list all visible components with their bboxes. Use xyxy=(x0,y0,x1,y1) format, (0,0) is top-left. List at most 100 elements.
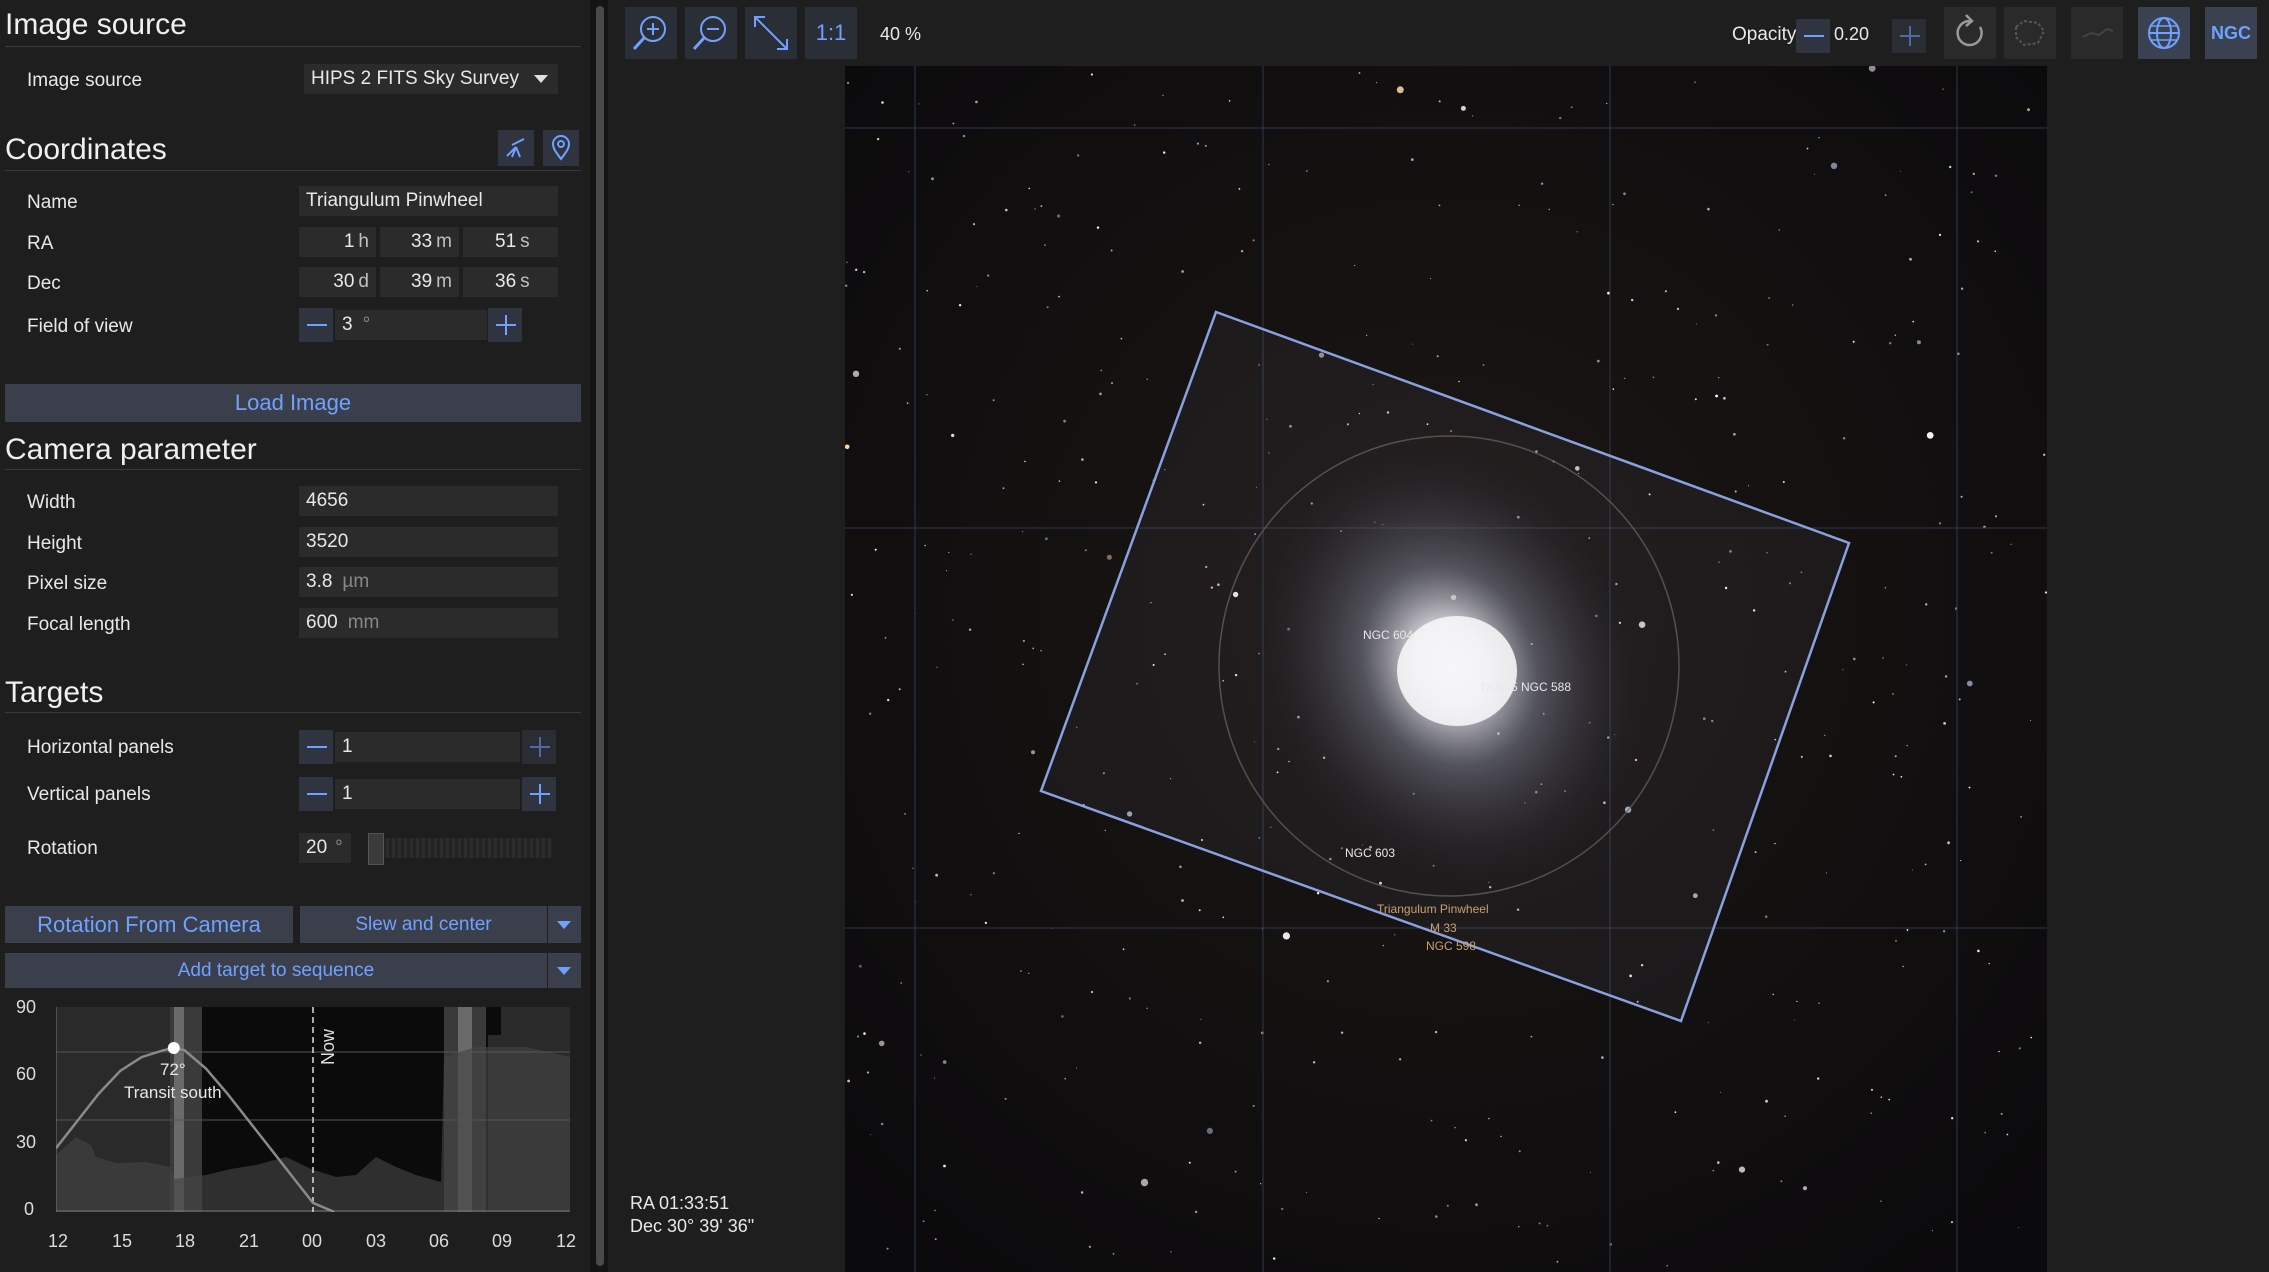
star xyxy=(1853,657,1856,661)
star xyxy=(1802,1186,1808,1191)
hpanels-input[interactable]: 1 xyxy=(335,732,520,762)
star xyxy=(1559,116,1562,120)
star xyxy=(2010,543,2012,545)
altitude-plot xyxy=(56,1007,570,1212)
opacity-decrease-button[interactable] xyxy=(1796,19,1830,53)
fov-input[interactable]: 3 ° xyxy=(335,310,487,340)
ngc-toggle-button[interactable]: NGC xyxy=(2205,7,2257,59)
star xyxy=(1090,990,1093,994)
star xyxy=(1925,603,1928,606)
fov-increase-button[interactable] xyxy=(488,308,522,342)
y-tick: 0 xyxy=(24,1199,35,1219)
dec-degrees-input[interactable]: 30 d xyxy=(299,267,376,297)
star xyxy=(2027,108,2030,112)
star xyxy=(1947,841,1950,845)
star xyxy=(904,813,906,815)
grid-toggle-button[interactable] xyxy=(2138,7,2190,59)
star xyxy=(1382,944,1384,947)
rotation-label: Rotation xyxy=(27,838,98,859)
star xyxy=(1723,397,1726,400)
sky-image[interactable]: NGC 604 NGC 5 NGC 588 NGC 603 Triangulum… xyxy=(845,66,2047,1272)
star xyxy=(1597,359,1600,363)
pixel-size-input[interactable]: 3.8 µm xyxy=(299,567,558,597)
rotation-input[interactable]: 20 ° xyxy=(299,833,351,863)
focal-length-input[interactable]: 600 mm xyxy=(299,608,558,638)
name-input[interactable]: Triangulum Pinwheel xyxy=(299,186,558,216)
star xyxy=(1018,832,1020,835)
star xyxy=(1096,226,1100,229)
slew-and-center-button[interactable]: Slew and center xyxy=(300,906,547,943)
star xyxy=(863,1032,866,1035)
zoom-in-button[interactable] xyxy=(625,7,677,59)
star xyxy=(1044,244,1046,246)
dec-seconds-input[interactable]: 36 s xyxy=(463,267,558,297)
zoom-in-icon xyxy=(632,16,666,51)
star xyxy=(1894,755,1897,758)
divider xyxy=(5,469,581,470)
constellation-boundaries-button[interactable] xyxy=(2004,7,2056,59)
constellation-lines-button[interactable] xyxy=(2071,7,2123,59)
star xyxy=(1998,1050,2000,1053)
star xyxy=(878,1040,885,1047)
ngc-603-label: NGC 603 xyxy=(1345,846,1396,860)
zoom-out-button[interactable] xyxy=(685,7,737,59)
rotation-slider-thumb[interactable] xyxy=(368,833,384,865)
star xyxy=(984,921,987,925)
add-target-options-dropdown[interactable] xyxy=(548,953,581,988)
coordinates-title: Coordinates xyxy=(5,133,167,166)
dec-degrees-unit: d xyxy=(358,271,369,292)
star xyxy=(1909,257,1912,261)
vpanels-decrease-button[interactable] xyxy=(299,777,333,811)
zoom-out-icon xyxy=(692,16,726,51)
opacity-value[interactable]: 0.20 xyxy=(1834,24,1869,45)
star xyxy=(1081,458,1084,461)
star xyxy=(1870,1112,1872,1114)
vpanels-input[interactable]: 1 xyxy=(335,779,520,809)
star xyxy=(1748,485,1750,487)
vertical-scrollbar[interactable] xyxy=(596,6,604,1266)
ra-hours-input[interactable]: 1h xyxy=(299,227,376,257)
ra-seconds-input[interactable]: 51 s xyxy=(463,227,558,257)
star xyxy=(2044,591,2047,594)
hpanels-increase-button[interactable] xyxy=(522,730,556,764)
one-to-one-button[interactable]: 1:1 xyxy=(805,7,857,59)
star xyxy=(1436,355,1439,358)
star xyxy=(1714,314,1718,317)
add-target-to-sequence-button[interactable]: Add target to sequence xyxy=(5,953,547,988)
ra-minutes-input[interactable]: 33 m xyxy=(380,227,459,257)
reset-rotation-button[interactable] xyxy=(1944,7,1996,59)
star xyxy=(1234,1170,1237,1173)
hpanels-decrease-button[interactable] xyxy=(299,730,333,764)
location-button[interactable] xyxy=(543,130,579,166)
rotation-slider-track[interactable] xyxy=(368,838,552,858)
star xyxy=(1024,460,1026,463)
star xyxy=(1200,1018,1202,1021)
image-source-select[interactable]: HIPS 2 FITS Sky Survey xyxy=(304,64,558,94)
star xyxy=(898,347,901,350)
opacity-increase-button[interactable] xyxy=(1892,19,1926,53)
telescope-coordinates-button[interactable] xyxy=(498,130,534,166)
vpanels-increase-button[interactable] xyxy=(522,777,556,811)
star xyxy=(1766,343,1769,346)
globe-icon xyxy=(2148,17,2180,49)
dec-minutes-input[interactable]: 39 m xyxy=(380,267,459,297)
star xyxy=(1260,1183,1262,1185)
width-input[interactable]: 4656 xyxy=(299,486,558,516)
targets-title: Targets xyxy=(5,676,104,709)
star xyxy=(1949,165,1952,169)
slew-options-dropdown[interactable] xyxy=(548,906,581,943)
star xyxy=(1326,980,1329,983)
fov-decrease-button[interactable] xyxy=(299,308,333,342)
rotation-from-camera-button[interactable]: Rotation From Camera xyxy=(5,906,293,943)
height-input[interactable]: 3520 xyxy=(299,527,558,557)
x-tick: 15 xyxy=(112,1231,133,1251)
star xyxy=(1022,639,1025,643)
fit-to-screen-button[interactable] xyxy=(745,7,797,59)
camera-parameter-title: Camera parameter xyxy=(5,433,257,466)
star xyxy=(1110,382,1114,385)
star xyxy=(1500,1135,1502,1138)
star xyxy=(1306,1192,1308,1193)
star xyxy=(1824,734,1826,736)
load-image-button[interactable]: Load Image xyxy=(5,384,581,422)
star xyxy=(1712,1169,1715,1172)
